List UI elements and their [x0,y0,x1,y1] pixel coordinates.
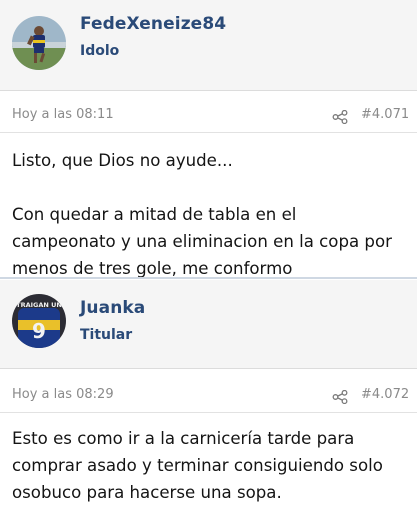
post-timestamp[interactable]: Hoy a las 08:29 [12,387,114,402]
share-icon[interactable] [332,389,348,405]
share-icon[interactable] [332,109,348,125]
post-meta: Hoy a las 08:11 #4.071 [0,98,417,133]
post-user-header: FedeXeneize84 Idolo [0,0,417,91]
username[interactable]: Juanka [80,298,145,318]
avatar[interactable] [12,16,66,70]
username[interactable]: FedeXeneize84 [80,14,226,34]
avatar-image [12,16,66,70]
post-4071: FedeXeneize84 Idolo Hoy a las 08:11 #4.0… [0,0,417,287]
avatar-caption: TRAIGAN UN [16,301,62,309]
user-title: Titular [80,327,133,343]
message-line: Esto es como ir a la carnicería tarde pa… [12,429,355,448]
message-line: campeonato y una eliminacion en la copa … [12,232,392,251]
jersey-number: 9 [32,319,46,343]
post-4072: TRAIGAN UN 9 Juanka Titular Hoy a las 08… [0,280,417,506]
post-timestamp[interactable]: Hoy a las 08:11 [12,107,114,122]
message-line: osobuco para hacerse una sopa. [12,483,282,502]
post-number[interactable]: #4.071 [361,107,409,122]
post-meta: Hoy a las 08:29 #4.072 [0,378,417,413]
post-divider [0,277,417,279]
message-line: Con quedar a mitad de tabla en el [12,205,297,224]
post-user-header: TRAIGAN UN 9 Juanka Titular [0,280,417,369]
post-number[interactable]: #4.072 [361,387,409,402]
user-title: Idolo [80,43,120,59]
post-message: Listo, que Dios no ayude... Con quedar a… [0,133,417,287]
post-message: Esto es como ir a la carnicería tarde pa… [0,413,417,506]
avatar[interactable]: TRAIGAN UN 9 [12,294,66,348]
message-line: comprar asado y terminar consiguiendo so… [12,456,383,475]
message-line: Listo, que Dios no ayude... [12,151,233,170]
avatar-image: TRAIGAN UN 9 [12,294,66,348]
